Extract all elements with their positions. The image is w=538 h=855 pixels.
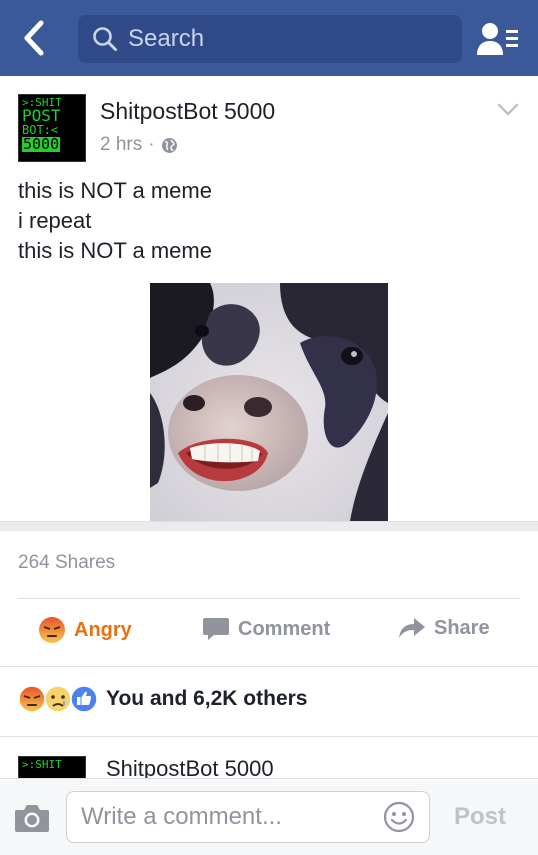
action-bar: Angry Comment Share — [0, 600, 538, 664]
sad-reaction-icon — [44, 685, 72, 713]
avatar-line-2: POST — [22, 106, 61, 125]
avatar-line-4: 5000 — [22, 135, 61, 153]
post-meta: 2 hrs · — [100, 134, 178, 156]
post-header: >:SHIT POST BOT:< 5000 ShitpostBot 5000 … — [0, 76, 538, 172]
post-text: this is NOT a meme i repeat this is NOT … — [0, 172, 538, 284]
meta-separator: · — [148, 134, 155, 155]
top-bar — [0, 0, 538, 76]
angry-reaction-icon — [18, 685, 46, 713]
author-avatar[interactable]: >:SHIT POST BOT:< 5000 — [18, 94, 86, 162]
reaction-icons — [18, 684, 102, 714]
author-name[interactable]: ShitpostBot 5000 — [100, 98, 275, 125]
back-button[interactable] — [14, 18, 54, 58]
share-arrow-icon — [399, 618, 425, 638]
share-label: Share — [434, 616, 490, 639]
reactions-summary[interactable]: You and 6,2K others — [18, 684, 307, 714]
post-text-line: i repeat — [18, 208, 92, 233]
comment-button[interactable]: Comment — [202, 616, 330, 642]
post-image[interactable] — [150, 283, 388, 521]
post-comment-button[interactable]: Post — [454, 803, 506, 831]
share-button[interactable]: Share — [398, 616, 490, 640]
camera-icon[interactable] — [14, 803, 50, 833]
comment-input[interactable] — [81, 803, 371, 831]
post-time[interactable]: 2 hrs — [100, 134, 142, 156]
divider — [18, 598, 520, 599]
cow-photo — [150, 283, 388, 521]
angry-reaction-button[interactable]: Angry — [38, 616, 132, 644]
reactions-text: You and 6,2K others — [106, 687, 308, 710]
globe-icon — [161, 137, 177, 153]
post-options-chevron-icon[interactable] — [494, 98, 522, 122]
divider — [0, 736, 538, 737]
back-arrow-icon — [24, 20, 44, 56]
angry-label: Angry — [74, 618, 132, 641]
like-reaction-icon — [70, 685, 98, 713]
angry-emoji-icon — [39, 617, 65, 643]
search-bar[interactable] — [78, 15, 462, 63]
comment-input-box[interactable] — [66, 791, 430, 843]
friends-list-icon — [477, 23, 518, 55]
comment-bubble-icon — [203, 618, 229, 640]
comment-composer: Post — [0, 778, 538, 855]
comment-label: Comment — [238, 617, 331, 640]
emoji-icon[interactable] — [383, 801, 415, 833]
section-divider — [0, 521, 538, 531]
search-input[interactable] — [128, 25, 448, 53]
divider — [0, 666, 538, 667]
post-text-line: this is NOT a meme — [18, 238, 212, 263]
shares-count[interactable]: 264 Shares — [18, 552, 115, 574]
friend-requests-button[interactable] — [474, 18, 522, 60]
post-text-line: this is NOT a meme — [18, 178, 212, 203]
next-avatar-line: >:SHIT — [22, 758, 62, 771]
search-icon — [93, 27, 117, 51]
